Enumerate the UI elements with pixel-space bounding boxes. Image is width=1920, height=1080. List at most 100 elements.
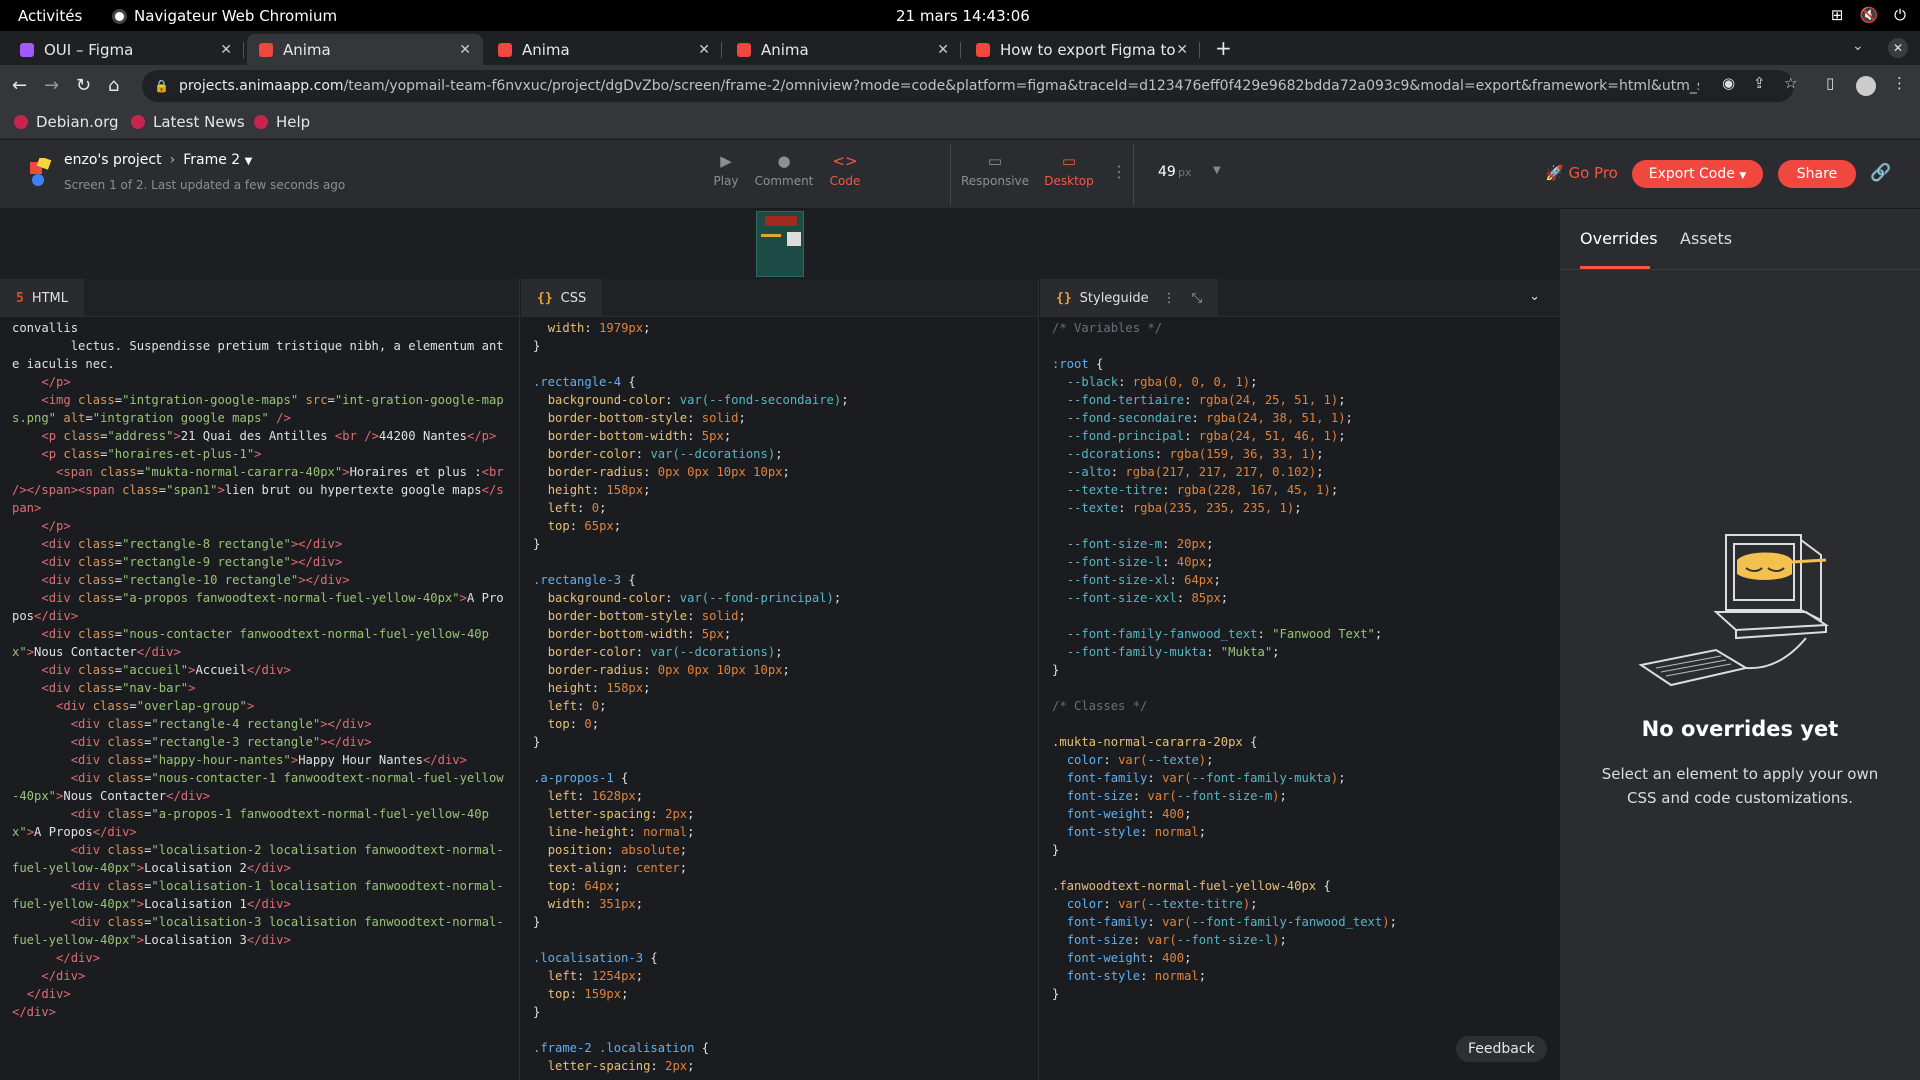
browser-tab-2[interactable]: Anima ✕	[486, 34, 722, 65]
share-button[interactable]: Share	[1778, 160, 1856, 188]
tab-css[interactable]: {} CSS	[521, 279, 603, 317]
tab-styleguide[interactable]: {} Styleguide ⋮ ⤡	[1040, 279, 1219, 317]
mode-code-button[interactable]: <> Code	[810, 152, 880, 188]
view-responsive-button[interactable]: ▭ Responsive	[960, 152, 1030, 188]
browser-tab-1[interactable]: Anima ✕	[247, 34, 483, 65]
copy-link-icon[interactable]: 🔗	[1870, 163, 1891, 183]
zoom-value[interactable]: 49	[1158, 164, 1176, 180]
css-code-editor[interactable]: width: 1979px;} .rectangle-4 { background…	[521, 319, 1038, 1080]
code-token: :	[1206, 645, 1221, 659]
code-token: ;	[1213, 573, 1221, 587]
close-icon[interactable]: ✕	[1176, 42, 1188, 58]
code-token: class	[78, 555, 115, 569]
code-token: class	[107, 771, 145, 785]
url-host: projects.animaapp.com	[178, 78, 344, 94]
code-line: width: 1979px;	[533, 319, 1026, 337]
collapse-icon[interactable]: ⤡	[1192, 291, 1202, 306]
code-line: }	[533, 733, 1026, 751]
back-arrow-icon[interactable]: ←	[12, 75, 27, 96]
code-token: width	[547, 897, 585, 911]
close-icon[interactable]: ✕	[698, 42, 710, 58]
code-token: 0	[584, 717, 592, 731]
close-icon[interactable]: ✕	[459, 42, 471, 58]
address-bar[interactable]: 🔒 projects.animaapp.com/team/yopmail-tea…	[142, 70, 1794, 102]
code-token: color	[1066, 897, 1104, 911]
more-options-icon[interactable]: ⋮	[1163, 291, 1176, 306]
bookmark-star-icon[interactable]: ☆	[1784, 74, 1797, 92]
tab-html[interactable]: 5 HTML	[0, 279, 85, 317]
system-top-bar: Activités Navigateur Web Chromium 21 mar…	[0, 0, 1920, 31]
code-token: var(--dcorations)	[650, 645, 776, 659]
tab-assets[interactable]: Assets	[1680, 229, 1732, 248]
forward-arrow-icon[interactable]: →	[44, 75, 59, 96]
tab-overrides[interactable]: Overrides	[1580, 229, 1658, 248]
chevron-down-icon[interactable]: ▼	[1213, 165, 1221, 176]
close-icon[interactable]: ✕	[937, 42, 949, 58]
code-token: }	[1052, 663, 1060, 677]
browser-tab-0[interactable]: OUI – Figma ✕	[8, 34, 244, 65]
bookmark-debian[interactable]: Debian.org	[14, 113, 119, 131]
reload-icon[interactable]: ↻	[76, 75, 91, 96]
home-icon[interactable]: ⌂	[108, 75, 119, 96]
code-token: >	[136, 897, 145, 911]
side-panel-icon[interactable]: ▯	[1826, 74, 1834, 92]
share-icon[interactable]: ⇪	[1753, 74, 1766, 92]
code-token: border-bottom-style	[547, 411, 688, 425]
browser-tab-3[interactable]: Anima ✕	[725, 34, 961, 65]
profile-avatar-icon[interactable]	[1856, 76, 1876, 96]
css-pane: {} CSS width: 1979px;} .rectangle-4 { bac…	[521, 279, 1039, 1080]
frame-selector[interactable]: Frame 2 ▼	[183, 152, 252, 168]
code-line: <img class="intgration-google-maps" src=…	[12, 391, 507, 427]
code-token: >	[342, 465, 350, 479]
code-token: :	[1118, 501, 1133, 515]
app-menu[interactable]: Navigateur Web Chromium	[112, 7, 337, 25]
bookmark-help[interactable]: Help	[254, 113, 310, 131]
lock-icon[interactable]: 🔒	[154, 79, 169, 93]
browser-tab-4[interactable]: How to export Figma to HT ✕	[964, 34, 1200, 65]
window-close-icon[interactable]: ✕	[1888, 38, 1908, 58]
html-pane: 5 HTML convallis lectus. Suspendisse pre…	[0, 279, 520, 1080]
code-token: ;	[1184, 951, 1192, 965]
view-desktop-button[interactable]: ▭ Desktop	[1034, 152, 1104, 188]
html-code-editor[interactable]: convallis lectus. Suspendisse pretium tr…	[0, 319, 519, 1080]
divider	[1560, 269, 1920, 270]
go-pro-button[interactable]: 🚀 Go Pro	[1545, 164, 1618, 182]
frame-thumbnail[interactable]	[756, 211, 804, 277]
system-tray[interactable]: ⊞ 🔇 ⏻	[1831, 6, 1906, 24]
code-token: 158px	[606, 681, 644, 695]
activities-button[interactable]: Activités	[18, 7, 82, 25]
code-token: class	[107, 915, 145, 929]
code-token: <p	[41, 447, 64, 461]
code-token: :root	[1052, 357, 1089, 371]
code-token: "overlap-group"	[136, 699, 247, 713]
code-token: ;	[635, 789, 644, 803]
tracking-blocked-icon[interactable]: ◉	[1722, 74, 1735, 92]
more-options-icon[interactable]: ⋮	[1111, 162, 1127, 181]
code-token: --font-size-m	[1176, 789, 1273, 803]
browser-menu-icon[interactable]: ⋮	[1892, 74, 1907, 92]
code-token: --font-size-xxl	[1066, 591, 1177, 605]
chevron-down-icon[interactable]: ⌄	[1529, 289, 1540, 304]
chevron-down-icon[interactable]: ⌄	[1852, 38, 1864, 54]
code-token: =	[114, 681, 123, 695]
close-icon[interactable]: ✕	[220, 42, 232, 58]
clock[interactable]: 21 mars 14:43:06	[896, 7, 1030, 25]
feedback-button[interactable]: Feedback	[1456, 1036, 1547, 1062]
code-token: normal	[1154, 969, 1199, 983]
styleguide-code-editor[interactable]: /* Variables */:root { --black: rgba(0, …	[1040, 319, 1560, 1080]
mode-comment-button[interactable]: ● Comment	[749, 152, 819, 188]
code-token: .localisation-3	[533, 951, 644, 965]
export-code-button[interactable]: Export Code ▼	[1632, 160, 1763, 188]
new-tab-plus-icon[interactable]: +	[1215, 36, 1232, 60]
code-token: >	[459, 591, 467, 605]
bookmark-latest-news[interactable]: Latest News	[131, 113, 245, 131]
project-link[interactable]: enzo's project	[64, 152, 162, 168]
breadcrumb: enzo's project › Frame 2 ▼	[64, 152, 252, 168]
